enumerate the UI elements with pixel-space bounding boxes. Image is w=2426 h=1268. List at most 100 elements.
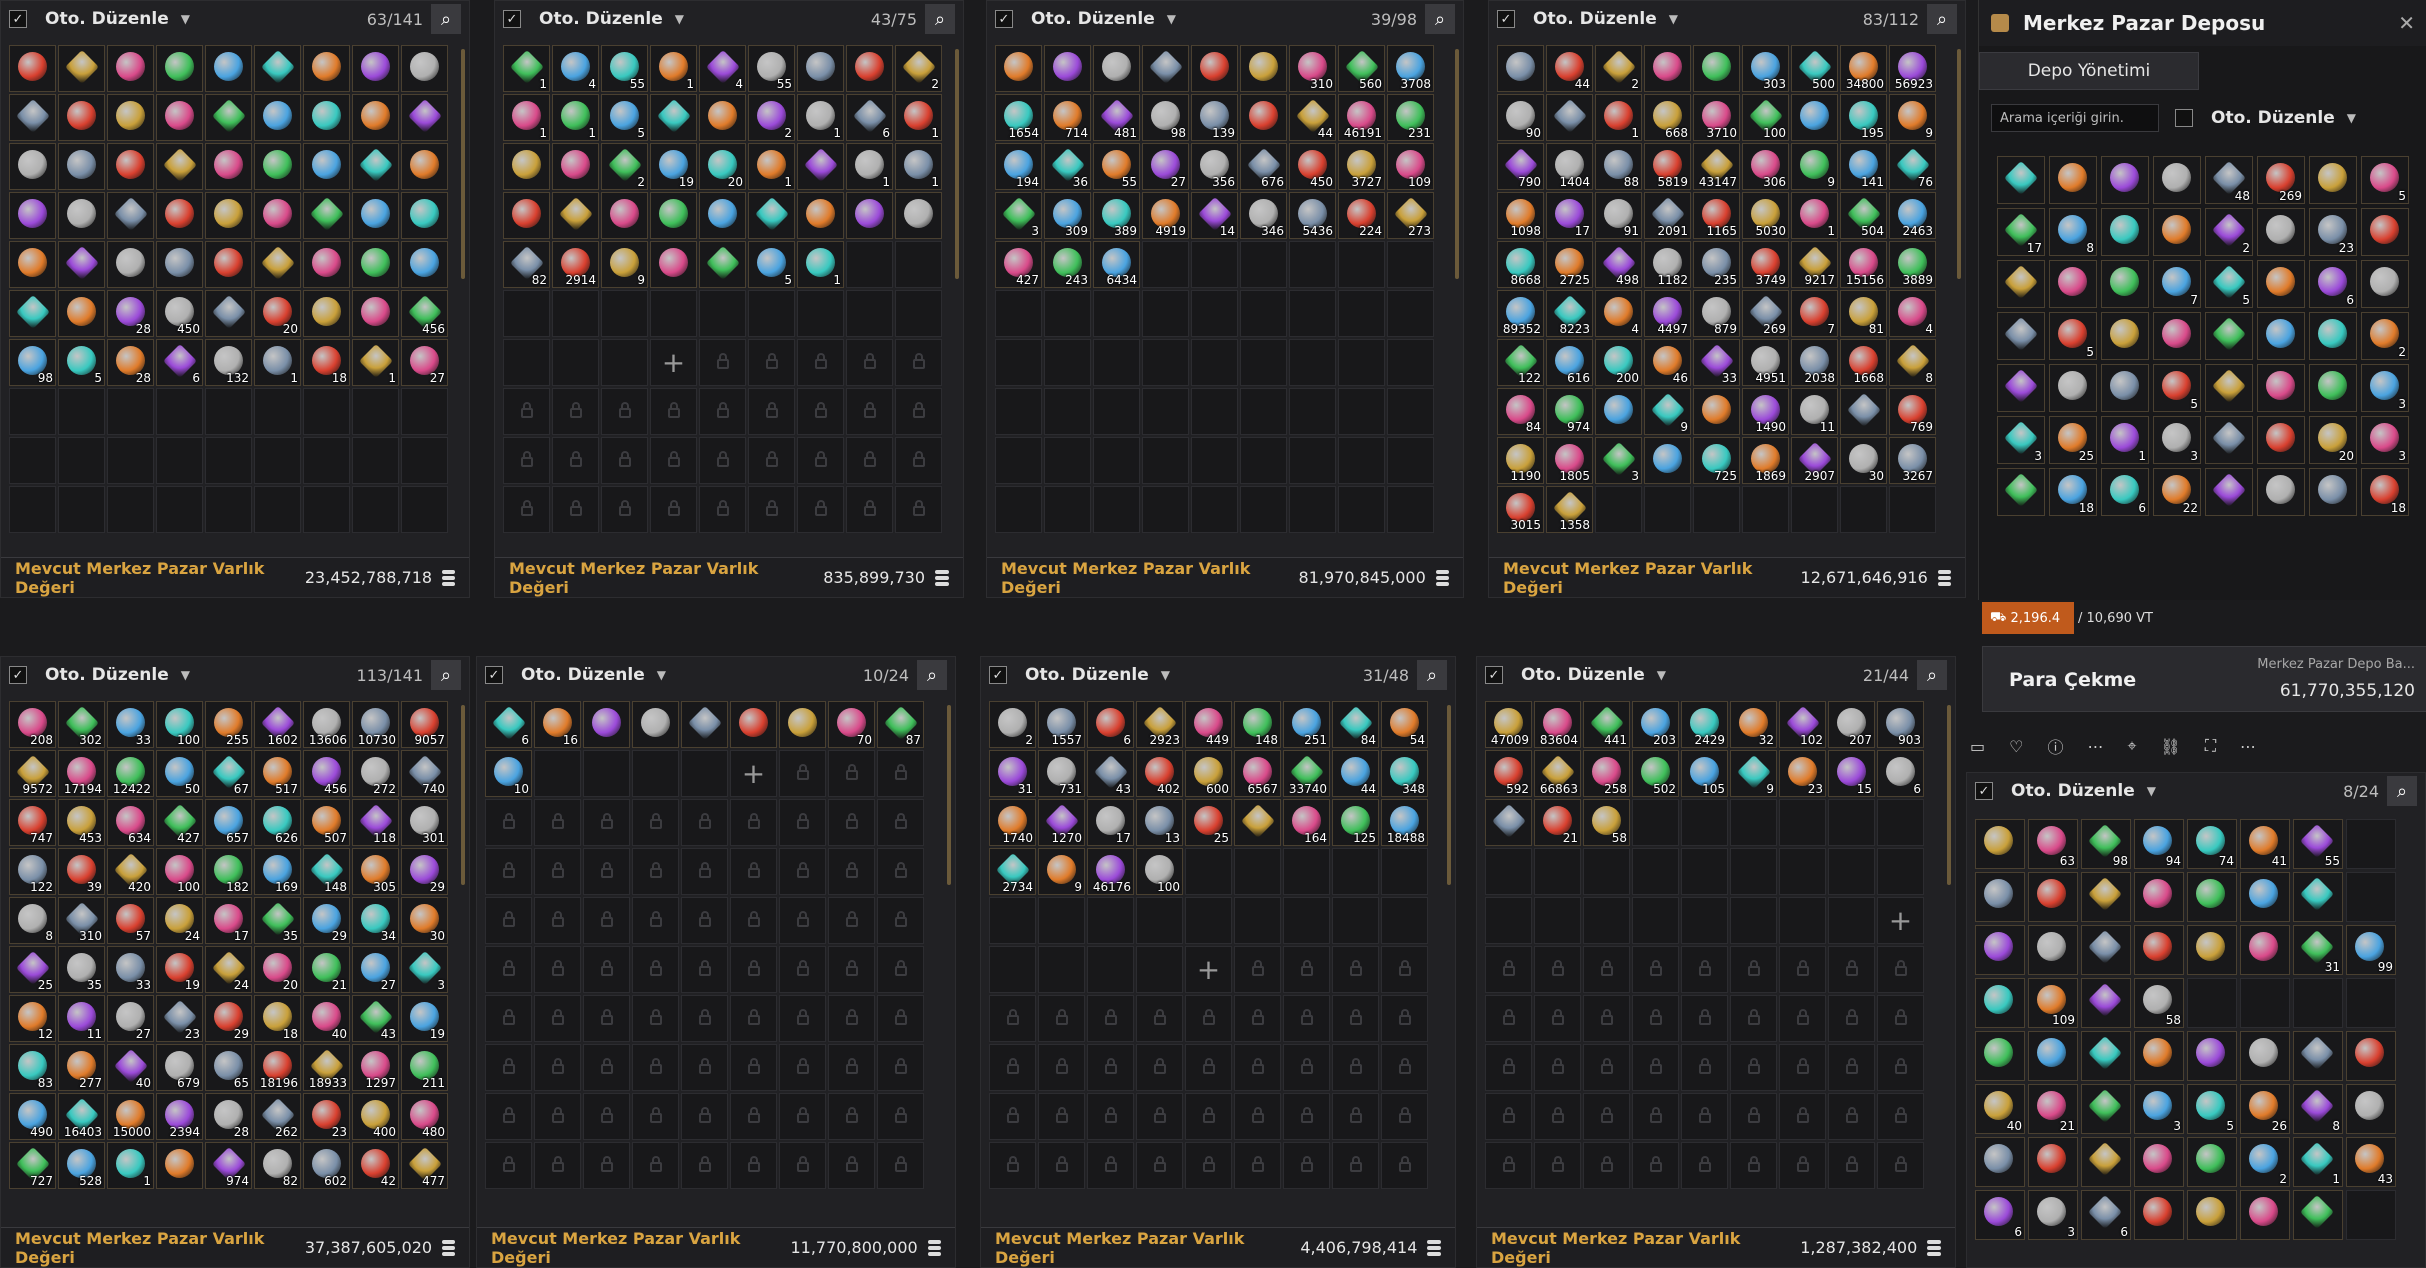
empty-slot[interactable] — [650, 290, 697, 337]
empty-slot[interactable] — [303, 437, 350, 484]
inventory-item[interactable]: 43 — [1087, 750, 1134, 797]
inventory-item[interactable]: 82 — [503, 241, 550, 288]
inventory-item[interactable] — [1485, 799, 1532, 846]
inventory-item[interactable]: 1557 — [1038, 701, 1085, 748]
inventory-item[interactable]: 98 — [2081, 819, 2131, 869]
inventory-item[interactable]: 224 — [1338, 192, 1385, 239]
inventory-item[interactable] — [58, 192, 105, 239]
inventory-item[interactable] — [2205, 364, 2253, 412]
inventory-item[interactable]: 1 — [352, 339, 399, 386]
inventory-item[interactable] — [254, 241, 301, 288]
inventory-item[interactable]: 25 — [2049, 416, 2097, 464]
inventory-item[interactable]: 1 — [797, 241, 844, 288]
sort-checkbox[interactable]: ✓ — [989, 666, 1007, 684]
inventory-item[interactable]: 200 — [1595, 339, 1642, 386]
inventory-item[interactable]: 57 — [107, 897, 154, 944]
empty-slot[interactable] — [58, 388, 105, 435]
withdraw-button[interactable]: Para Çekme Merkez Pazar Depo Ba... 61,77… — [1982, 646, 2426, 712]
inventory-item[interactable] — [2257, 468, 2305, 516]
more-icon-2[interactable]: ⋯ — [2240, 737, 2256, 756]
inventory-item[interactable] — [1093, 45, 1140, 92]
empty-slot[interactable] — [989, 897, 1036, 944]
inventory-item[interactable]: 6 — [2081, 1190, 2131, 1240]
inventory-item[interactable]: 1 — [1791, 192, 1838, 239]
empty-slot[interactable] — [1240, 388, 1287, 435]
inventory-item[interactable] — [503, 192, 550, 239]
inventory-item[interactable]: 21 — [1534, 799, 1581, 846]
empty-slot[interactable] — [1191, 290, 1238, 337]
inventory-item[interactable] — [1975, 1137, 2025, 1187]
empty-slot[interactable] — [205, 437, 252, 484]
inventory-item[interactable]: 3015 — [1497, 486, 1544, 533]
inventory-item[interactable]: 453 — [58, 799, 105, 846]
inventory-item[interactable]: 450 — [156, 290, 203, 337]
inventory-item[interactable] — [205, 192, 252, 239]
inventory-item[interactable] — [303, 192, 350, 239]
inventory-item[interactable]: 141 — [1840, 143, 1887, 190]
inventory-item[interactable]: 1654 — [995, 94, 1042, 141]
inventory-item[interactable]: 17 — [205, 897, 252, 944]
inventory-item[interactable]: 626 — [254, 799, 301, 846]
inventory-item[interactable]: 22 — [2153, 468, 2201, 516]
inventory-item[interactable]: 12422 — [107, 750, 154, 797]
empty-slot[interactable] — [1038, 897, 1085, 944]
inventory-item[interactable]: 504 — [1840, 192, 1887, 239]
inventory-item[interactable]: 83 — [9, 1044, 56, 1091]
inventory-item[interactable]: 24 — [156, 897, 203, 944]
inventory-item[interactable]: 2 — [2205, 208, 2253, 256]
empty-slot[interactable] — [9, 437, 56, 484]
inventory-item[interactable]: 3 — [2153, 416, 2201, 464]
empty-slot[interactable] — [1038, 946, 1085, 993]
inventory-item[interactable]: 310 — [1289, 45, 1336, 92]
inventory-item[interactable]: 100 — [156, 848, 203, 895]
sort-checkbox[interactable]: ✓ — [503, 10, 521, 28]
inventory-item[interactable]: 109 — [2028, 978, 2078, 1028]
inventory-item[interactable]: 3 — [2361, 416, 2409, 464]
empty-slot[interactable] — [2187, 978, 2237, 1028]
inventory-item[interactable] — [2134, 872, 2184, 922]
inventory-item[interactable] — [205, 45, 252, 92]
inventory-item[interactable]: 3 — [2134, 1084, 2184, 1134]
inventory-item[interactable]: 29 — [205, 995, 252, 1042]
empty-slot[interactable] — [254, 486, 301, 533]
inventory-item[interactable]: 477 — [401, 1142, 448, 1189]
inventory-item[interactable]: 36 — [1044, 143, 1091, 190]
empty-slot[interactable] — [1828, 848, 1875, 895]
empty-slot[interactable] — [995, 339, 1042, 386]
inventory-item[interactable]: 30 — [401, 897, 448, 944]
empty-slot[interactable] — [1087, 897, 1134, 944]
inventory-item[interactable]: 2907 — [1791, 437, 1838, 484]
inventory-item[interactable]: 74 — [2187, 819, 2237, 869]
inventory-item[interactable]: 33 — [107, 946, 154, 993]
inventory-item[interactable] — [107, 94, 154, 141]
inventory-item[interactable] — [107, 45, 154, 92]
inventory-item[interactable]: 1 — [895, 143, 942, 190]
inventory-item[interactable]: 88 — [1595, 143, 1642, 190]
inventory-item[interactable] — [846, 45, 893, 92]
inventory-item[interactable] — [401, 94, 448, 141]
inventory-item[interactable]: 18 — [303, 339, 350, 386]
inventory-item[interactable]: 1 — [650, 45, 697, 92]
inventory-item[interactable] — [2134, 1031, 2184, 1081]
inventory-item[interactable] — [58, 143, 105, 190]
info-icon[interactable]: ⓘ — [2047, 734, 2063, 758]
empty-slot[interactable] — [1185, 848, 1232, 895]
inventory-item[interactable]: 34 — [352, 897, 399, 944]
inventory-item[interactable] — [1240, 94, 1287, 141]
search-icon[interactable]: ⌕ — [431, 660, 461, 690]
inventory-item[interactable] — [895, 192, 942, 239]
inventory-item[interactable]: 89352 — [1497, 290, 1544, 337]
inventory-item[interactable]: 76 — [1889, 143, 1936, 190]
inventory-item[interactable]: 420 — [107, 848, 154, 895]
inventory-item[interactable]: 3 — [995, 192, 1042, 239]
empty-slot[interactable] — [1093, 437, 1140, 484]
inventory-item[interactable]: 9 — [1730, 750, 1777, 797]
inventory-item[interactable]: 48 — [2205, 156, 2253, 204]
empty-slot[interactable] — [1681, 897, 1728, 944]
inventory-item[interactable]: 5030 — [1742, 192, 1789, 239]
inventory-item[interactable] — [2361, 260, 2409, 308]
sort-dropdown[interactable]: Oto. Düzenle ▼ — [35, 6, 200, 32]
inventory-item[interactable]: 10 — [485, 750, 532, 797]
inventory-item[interactable]: 28 — [205, 1093, 252, 1140]
search-icon[interactable]: ⌕ — [1927, 4, 1957, 34]
